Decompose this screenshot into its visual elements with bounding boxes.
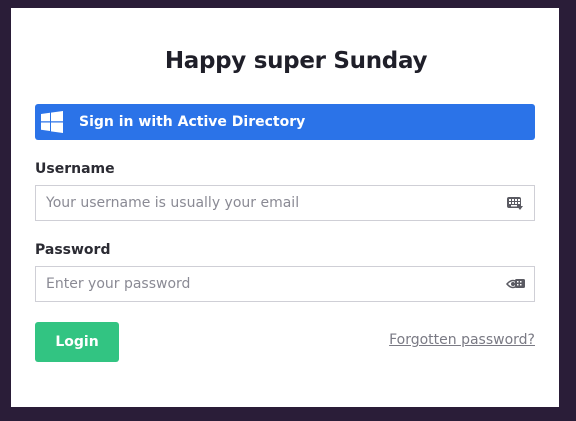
windows-logo-icon (39, 109, 65, 135)
page-title: Happy super Sunday (164, 48, 428, 74)
active-directory-signin-button[interactable]: Sign in with Active Directory (35, 104, 535, 140)
password-field-wrapper (35, 266, 535, 302)
keyboard-icon[interactable] (506, 194, 524, 212)
username-input[interactable] (46, 188, 486, 218)
password-input[interactable] (46, 269, 486, 299)
password-label: Password (35, 242, 111, 258)
username-label: Username (35, 161, 115, 177)
username-field-wrapper (35, 185, 535, 221)
login-button[interactable]: Login (35, 322, 119, 362)
active-directory-signin-label: Sign in with Active Directory (79, 114, 306, 130)
forgotten-password-link[interactable]: Forgotten password? (389, 332, 535, 348)
login-card: Happy super Sunday Sign in with Active D… (11, 8, 559, 407)
keyboard-icon[interactable] (506, 275, 525, 293)
